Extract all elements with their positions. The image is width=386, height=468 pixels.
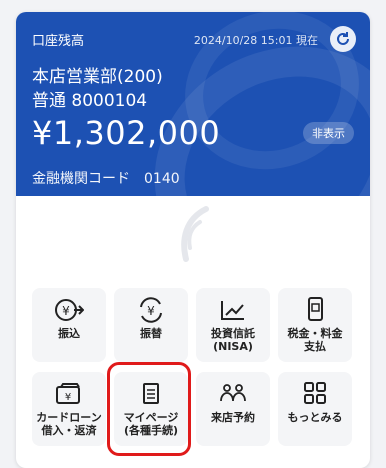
menu-label: 税金・料金 支払 bbox=[287, 327, 343, 353]
refresh-button[interactable] bbox=[330, 26, 356, 52]
card-loan-icon: ¥ bbox=[56, 383, 80, 404]
balance-panel: 口座残高 2024/10/28 15:01 現在 本店営業部(200) 普通 8… bbox=[16, 12, 370, 196]
bank-logo-icon bbox=[181, 206, 209, 262]
yen-transfer-icon: ¥ bbox=[55, 299, 84, 321]
branch-name: 本店営業部(200) bbox=[32, 67, 163, 87]
investment-trust-button[interactable]: 投資信託 (NISA) bbox=[196, 288, 270, 362]
balance-label: 口座残高 bbox=[32, 34, 85, 49]
account-transfer-button[interactable]: ¥ 振替 bbox=[114, 288, 188, 362]
menu-label: 振替 bbox=[140, 327, 162, 340]
menu-label: 投資信託 (NISA) bbox=[211, 327, 255, 353]
transfer-button[interactable]: ¥ 振込 bbox=[32, 288, 106, 362]
balance-amount: ¥1,302,000 bbox=[32, 114, 221, 152]
yen-exchange-icon: ¥ bbox=[140, 297, 162, 323]
menu-label: もっとみる bbox=[287, 411, 343, 424]
menu-label: 振込 bbox=[58, 327, 80, 340]
more-button[interactable]: もっとみる bbox=[278, 372, 352, 446]
svg-text:¥: ¥ bbox=[65, 392, 71, 403]
hide-balance-button[interactable]: 非表示 bbox=[303, 122, 354, 144]
people-icon bbox=[220, 384, 246, 402]
visit-reservation-button[interactable]: 来店予約 bbox=[196, 372, 270, 446]
chart-up-icon bbox=[221, 301, 244, 320]
refresh-icon bbox=[337, 32, 349, 45]
menu-label: カードローン 借入・返済 bbox=[36, 411, 102, 437]
phone-pay-icon bbox=[308, 297, 323, 321]
svg-text:¥: ¥ bbox=[147, 304, 155, 318]
tax-payment-button[interactable]: 税金・料金 支払 bbox=[278, 288, 352, 362]
updated-time: 2024/10/28 15:01 現在 bbox=[193, 34, 318, 47]
highlight-box bbox=[107, 362, 191, 456]
card-loan-button[interactable]: ¥ カードローン 借入・返済 bbox=[32, 372, 106, 446]
svg-text:¥: ¥ bbox=[62, 304, 70, 318]
bank-code: 金融機関コード 0140 bbox=[32, 171, 180, 187]
menu-label: 来店予約 bbox=[211, 411, 255, 424]
grid-more-icon bbox=[304, 382, 326, 404]
account-number: 普通 8000104 bbox=[32, 91, 148, 111]
spacer-area bbox=[16, 196, 370, 274]
